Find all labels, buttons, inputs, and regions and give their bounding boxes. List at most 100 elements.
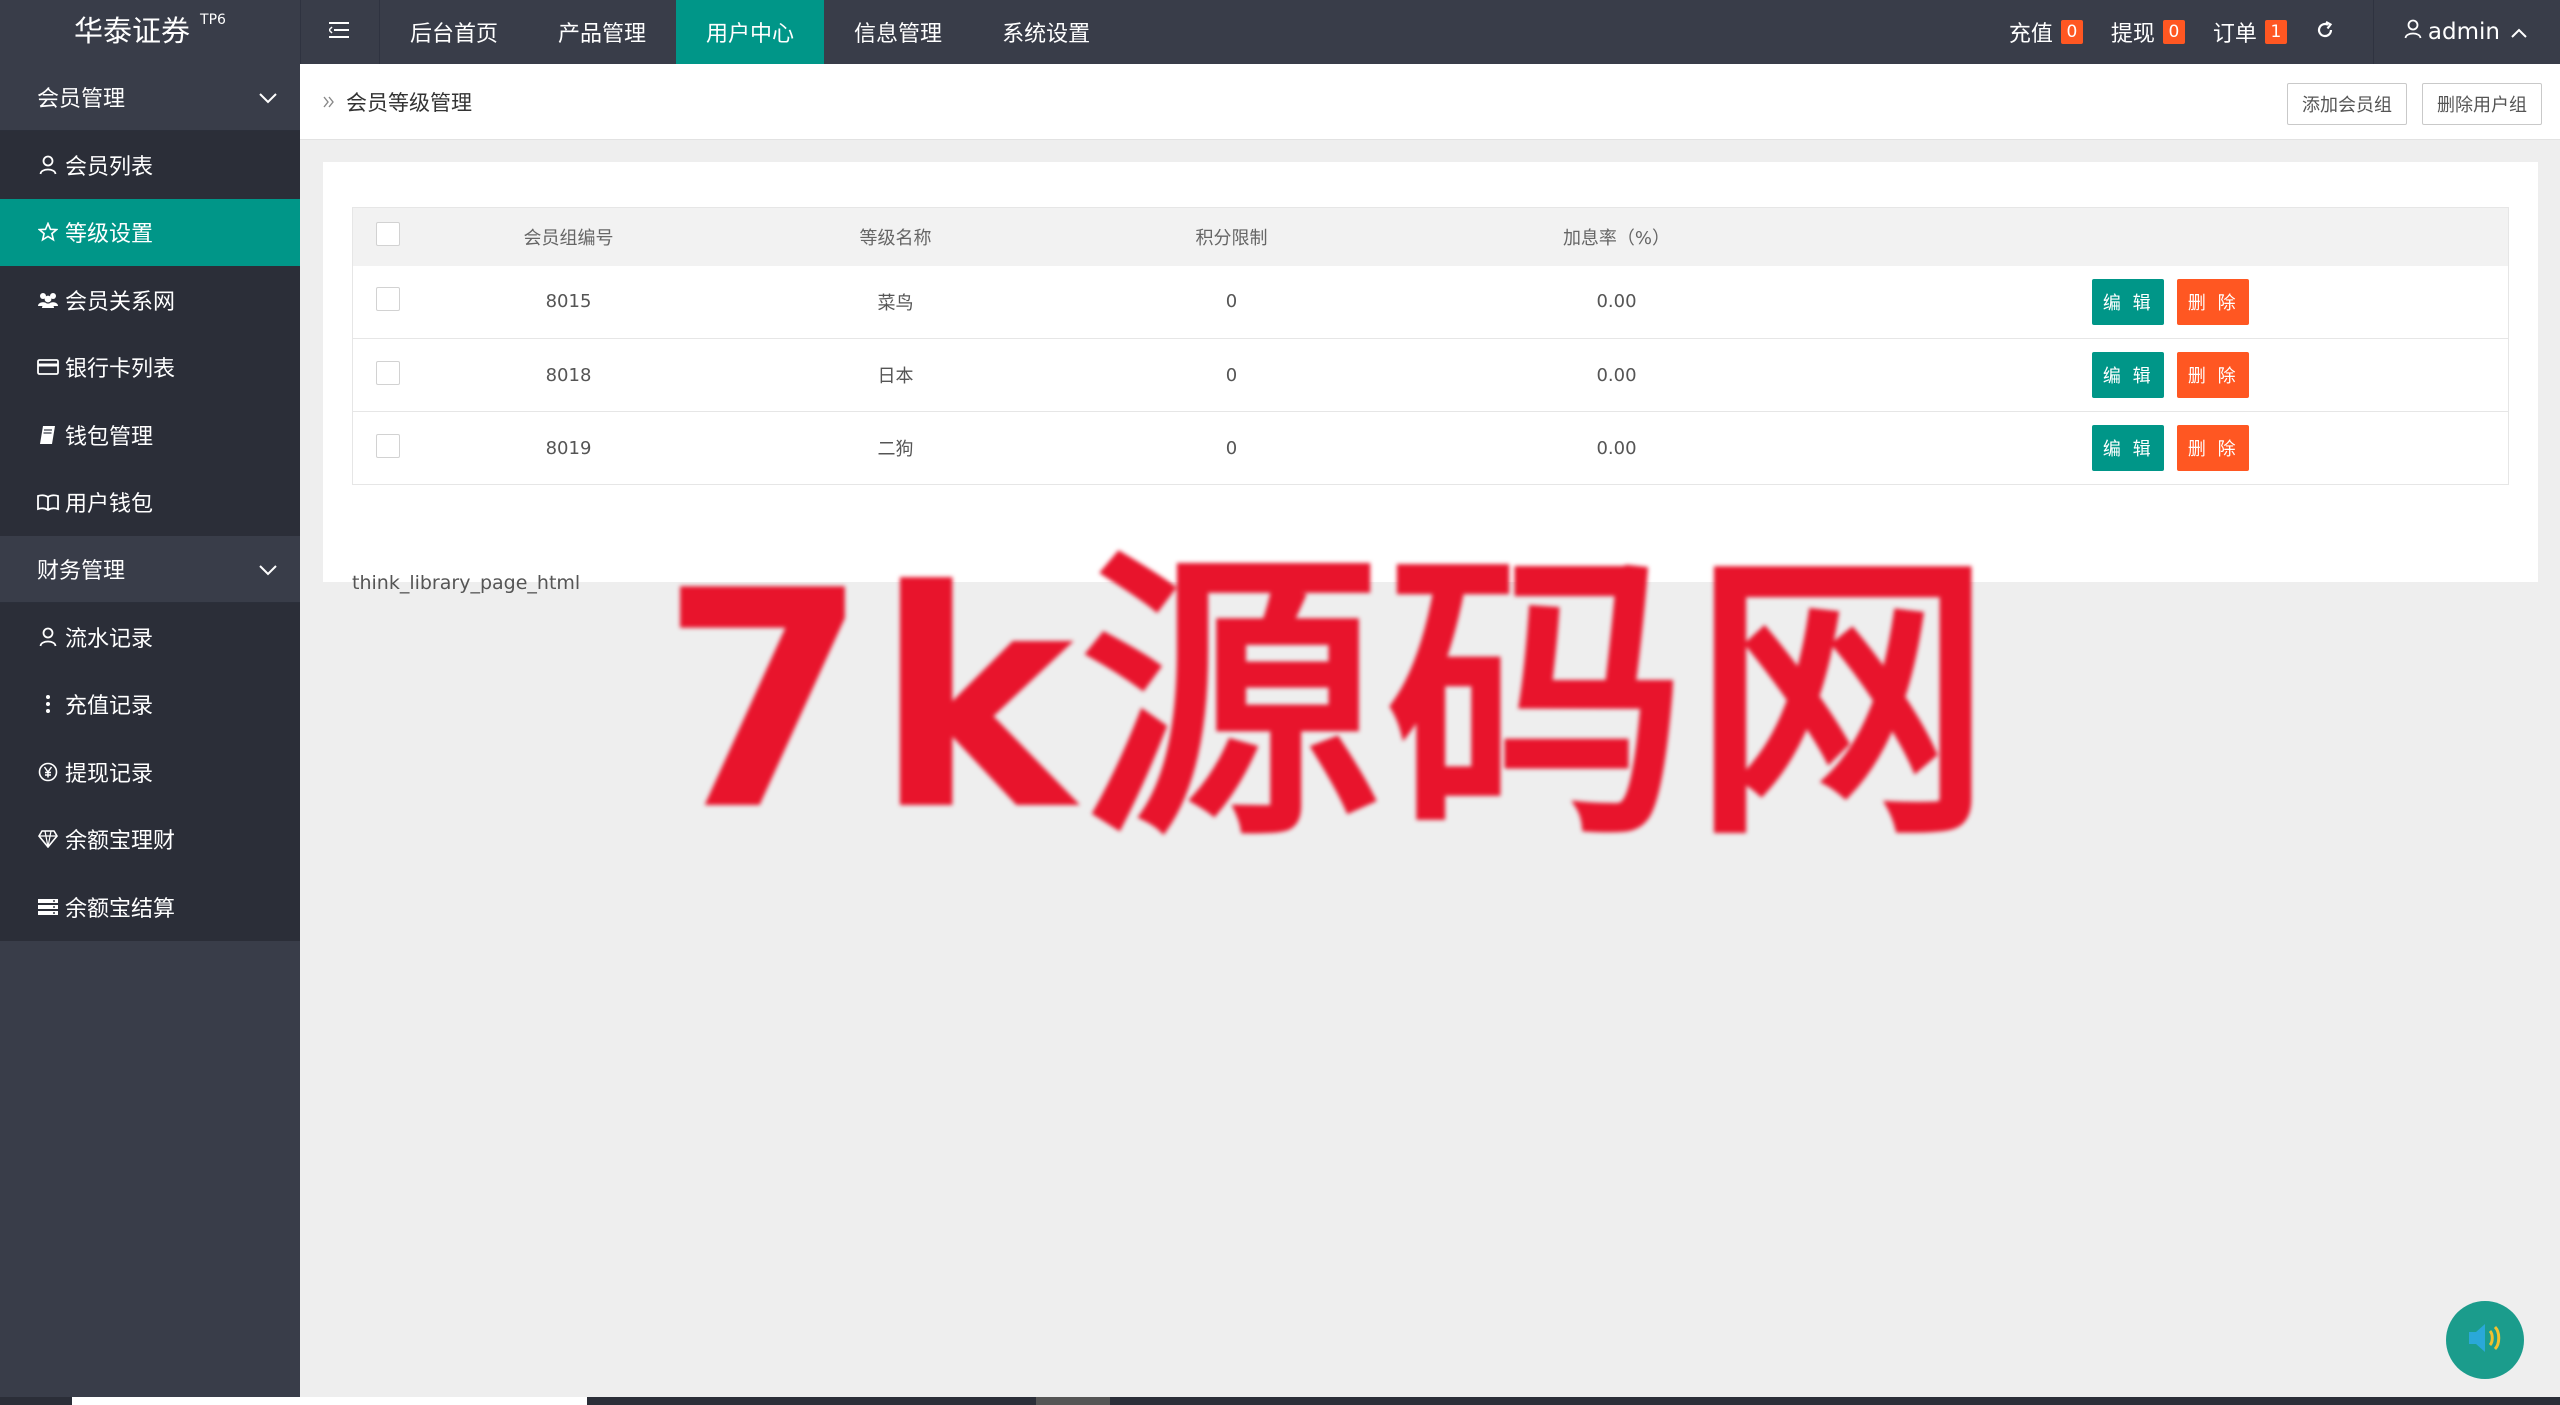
cell-rate: 0.00 (1596, 364, 1637, 386)
edit-button[interactable]: 编 辑 (2092, 352, 2165, 398)
cell-points: 0 (1225, 364, 1238, 386)
sidebar-item-level-settings[interactable]: 等级设置 (0, 198, 300, 266)
pagination-placeholder: think_library_page_html (352, 572, 581, 594)
order-stat[interactable]: 订单 1 (2213, 16, 2287, 48)
cell-group-id: 8018 (545, 364, 592, 386)
sidebar-item-member-network[interactable]: 会员关系网 (0, 266, 300, 334)
horizontal-scrollbar[interactable] (0, 1397, 2560, 1405)
sidebar: 会员管理 会员列表 等级设置 会员关系网 银行卡列表 钱包管理 用户钱包 财务管… (0, 64, 300, 1405)
sidebar-item-wallet-management[interactable]: 钱包管理 (0, 401, 300, 469)
menu-icon (327, 21, 351, 43)
open-book-icon (37, 491, 59, 513)
sidebar-group-label: 会员管理 (37, 87, 126, 112)
cell-rate: 0.00 (1596, 291, 1637, 313)
recharge-label: 充值 (2008, 22, 2053, 47)
sidebar-item-transactions[interactable]: 流水记录 (0, 603, 300, 671)
username: admin (2427, 19, 2500, 45)
table-card: 会员组编号 等级名称 积分限制 加息率（%） 8015 菜鸟 0 0.00 编 … (323, 162, 2538, 594)
top-nav: 后台首页 产品管理 用户中心 信息管理 系统设置 (380, 0, 1120, 64)
vertical-dots-icon (37, 693, 59, 715)
withdraw-stat[interactable]: 提现 0 (2111, 16, 2185, 48)
user-menu[interactable]: admin (2372, 0, 2560, 64)
breadcrumb: 会员等级管理 (322, 64, 472, 140)
scrollbar-thumb[interactable] (72, 1397, 587, 1405)
row-checkbox[interactable] (375, 360, 400, 385)
sidebar-group-finance-items: 流水记录 充值记录 提现记录 余额宝理财 余额宝结算 (0, 603, 300, 941)
delete-user-group-button[interactable]: 删除用户组 (2422, 83, 2542, 125)
table-row: 8015 菜鸟 0 0.00 编 辑删 除 (352, 266, 2509, 339)
column-header-actions (1847, 208, 2509, 266)
table-wrapper: 会员组编号 等级名称 积分限制 加息率（%） 8015 菜鸟 0 0.00 编 … (352, 207, 2509, 485)
member-level-table: 会员组编号 等级名称 积分限制 加息率（%） 8015 菜鸟 0 0.00 编 … (352, 207, 2509, 485)
nav-home[interactable]: 后台首页 (380, 0, 528, 64)
chevron-down-icon (258, 557, 278, 582)
row-checkbox[interactable] (375, 433, 400, 458)
credit-card-icon (37, 356, 59, 378)
book-icon (37, 424, 59, 446)
header-right: 充值 0 提现 0 订单 1 admin (2009, 0, 2560, 64)
server-icon (37, 896, 59, 918)
user-icon (37, 154, 59, 176)
select-all-checkbox[interactable] (375, 222, 400, 247)
cell-level-name: 菜鸟 (877, 292, 914, 314)
cell-level-name: 日本 (877, 366, 914, 387)
recharge-badge: 0 (2060, 20, 2083, 44)
recharge-stat[interactable]: 充值 0 (2009, 16, 2083, 48)
edit-button[interactable]: 编 辑 (2092, 425, 2165, 471)
sidebar-item-label: 流水记录 (65, 626, 154, 652)
cell-group-id: 8015 (545, 291, 592, 313)
refresh-button[interactable] (2315, 20, 2335, 44)
add-member-group-button[interactable]: 添加会员组 (2287, 83, 2407, 125)
diamond-icon (37, 828, 59, 850)
sidebar-item-label: 会员列表 (65, 154, 154, 180)
sidebar-item-label: 充值记录 (65, 694, 154, 720)
order-badge: 1 (2264, 20, 2287, 44)
sidebar-group-member[interactable]: 会员管理 (0, 64, 300, 131)
cell-points: 0 (1225, 291, 1238, 313)
sidebar-item-yuebao-finance[interactable]: 余额宝理财 (0, 806, 300, 874)
sidebar-item-bank-cards[interactable]: 银行卡列表 (0, 334, 300, 402)
nav-user-center[interactable]: 用户中心 (676, 0, 825, 64)
delete-button[interactable]: 删 除 (2177, 278, 2250, 325)
nav-settings[interactable]: 系统设置 (972, 0, 1120, 64)
cell-group-id: 8019 (545, 437, 592, 459)
sidebar-group-label: 财务管理 (37, 559, 126, 584)
table-row: 8018 日本 0 0.00 编 辑删 除 (352, 339, 2509, 412)
nav-info[interactable]: 信息管理 (824, 0, 972, 64)
delete-button[interactable]: 删 除 (2177, 352, 2250, 398)
speaker-icon (2463, 1318, 2507, 1362)
sidebar-item-withdraw-records[interactable]: 提现记录 (0, 738, 300, 806)
withdraw-badge: 0 (2162, 20, 2185, 44)
sidebar-item-recharge-records[interactable]: 充值记录 (0, 671, 300, 739)
sidebar-item-yuebao-settlement[interactable]: 余额宝结算 (0, 873, 300, 941)
top-header: 华泰证券 TP6 后台首页 产品管理 用户中心 信息管理 系统设置 充值 0 提… (0, 0, 2560, 64)
sidebar-item-user-wallet[interactable]: 用户钱包 (0, 469, 300, 537)
chevron-up-icon (2510, 19, 2534, 45)
chevron-down-icon (258, 85, 278, 110)
logo: 华泰证券 TP6 (0, 0, 300, 64)
table-header-row: 会员组编号 等级名称 积分限制 加息率（%） (352, 207, 2509, 266)
column-header-rate: 加息率（%） (1562, 227, 1671, 249)
cell-actions: 编 辑删 除 (1847, 412, 2509, 485)
sidebar-item-member-list[interactable]: 会员列表 (0, 131, 300, 199)
menu-toggle-button[interactable] (300, 0, 380, 64)
select-all-cell (353, 208, 423, 266)
sidebar-item-label: 等级设置 (65, 222, 154, 248)
cell-points: 0 (1225, 437, 1238, 459)
floating-assistant-button[interactable] (2446, 1301, 2524, 1379)
sidebar-item-label: 提现记录 (65, 761, 154, 787)
watermark: 7k源码网 (660, 527, 1999, 876)
scrollbar-segment (1036, 1397, 1110, 1405)
withdraw-label: 提现 (2110, 22, 2155, 47)
cell-actions: 编 辑删 除 (1847, 266, 2509, 339)
column-header-level-name: 等级名称 (859, 227, 932, 249)
edit-button[interactable]: 编 辑 (2092, 278, 2165, 325)
row-checkbox[interactable] (375, 287, 400, 312)
delete-button[interactable]: 删 除 (2177, 425, 2250, 471)
logo-text: 华泰证券 (74, 14, 191, 48)
cell-actions: 编 辑删 除 (1847, 339, 2509, 412)
nav-products[interactable]: 产品管理 (528, 0, 676, 64)
page-title: 会员等级管理 (346, 91, 472, 115)
sidebar-group-finance[interactable]: 财务管理 (0, 536, 300, 603)
sidebar-item-label: 银行卡列表 (65, 357, 176, 383)
